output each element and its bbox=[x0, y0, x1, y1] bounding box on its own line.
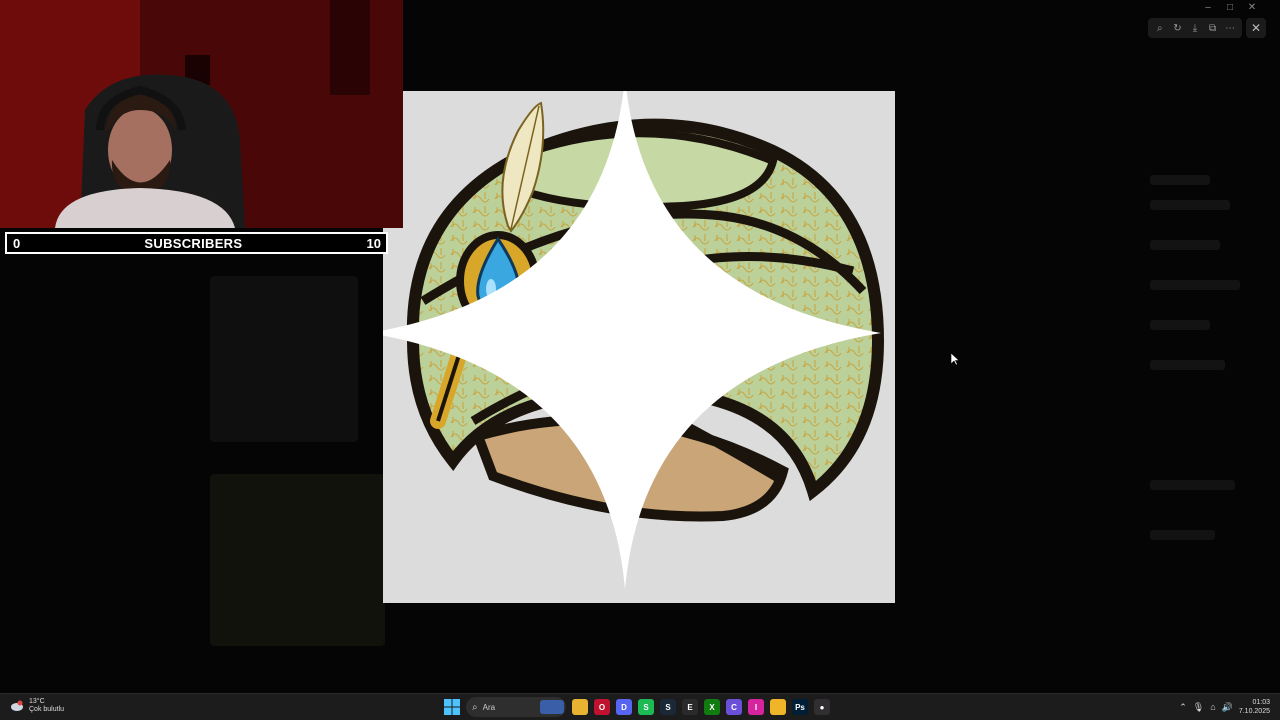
epic-icon[interactable]: E bbox=[682, 699, 698, 715]
xbox-icon[interactable]: X bbox=[704, 699, 720, 715]
obs-icon[interactable]: ● bbox=[814, 699, 830, 715]
background-image-thumbnail bbox=[210, 474, 385, 646]
download-icon[interactable]: ⤓ bbox=[1188, 23, 1202, 34]
window-controls: – □ ✕ bbox=[1202, 2, 1258, 14]
subscriber-count: 0 bbox=[13, 235, 21, 251]
image-viewer-toolbar: ⌕ ↻ ⤓ ⧉ ⋯ bbox=[1148, 18, 1242, 38]
folder-icon[interactable] bbox=[770, 699, 786, 715]
webcam-overlay bbox=[0, 0, 403, 228]
background-image-thumbnail bbox=[210, 276, 358, 442]
turban-image[interactable] bbox=[383, 91, 895, 603]
more-icon[interactable]: ⋯ bbox=[1223, 23, 1237, 34]
microphone-icon[interactable]: 🎙 bbox=[1193, 702, 1204, 713]
channel-list bbox=[0, 255, 185, 685]
webcam-feed bbox=[0, 0, 403, 228]
search-placeholder: Ara bbox=[482, 702, 496, 712]
network-icon[interactable]: ⌂ bbox=[1210, 702, 1215, 712]
volume-icon[interactable]: 🔊 bbox=[1222, 702, 1233, 713]
close-icon[interactable]: ✕ bbox=[1246, 2, 1258, 14]
sparkle-icon bbox=[383, 91, 881, 589]
instagram-icon[interactable]: I bbox=[748, 699, 764, 715]
rotate-icon[interactable]: ↻ bbox=[1170, 23, 1184, 34]
search-icon: ⌕ bbox=[472, 701, 478, 713]
subscriber-goal-bar: 0 SUBSCRIBERS 10 bbox=[5, 232, 388, 254]
spotify-icon[interactable]: S bbox=[638, 699, 654, 715]
zoom-icon[interactable]: ⌕ bbox=[1153, 23, 1167, 34]
taskbar-search[interactable]: ⌕ Ara bbox=[466, 697, 566, 717]
system-tray: ⌃ 🎙 ⌂ 🔊 01:03 7.10.2025 bbox=[1179, 698, 1270, 716]
subscriber-goal: 10 bbox=[366, 235, 381, 251]
pinned-apps: O D S S E X C I Ps ● bbox=[572, 699, 830, 715]
photoshop-icon[interactable]: Ps bbox=[792, 699, 808, 715]
search-highlight-icon bbox=[540, 700, 564, 714]
subscriber-label: SUBSCRIBERS bbox=[144, 235, 243, 251]
maximize-icon[interactable]: □ bbox=[1224, 2, 1236, 14]
weather-widget[interactable]: 13°C Çok bulutlu bbox=[10, 698, 64, 714]
clock-time: 01:03 bbox=[1252, 699, 1270, 706]
file-explorer-icon[interactable] bbox=[572, 699, 588, 715]
discord-icon[interactable]: D bbox=[616, 699, 632, 715]
windows-start-icon[interactable] bbox=[444, 699, 460, 715]
channel-item[interactable] bbox=[34, 325, 174, 339]
mouse-cursor-icon bbox=[951, 353, 959, 366]
open-external-icon[interactable]: ⧉ bbox=[1206, 23, 1220, 34]
chevron-up-icon[interactable]: ⌃ bbox=[1179, 702, 1187, 713]
copilot-icon[interactable]: C bbox=[726, 699, 742, 715]
weather-temp: 13°C bbox=[29, 698, 45, 705]
taskbar: 13°C Çok bulutlu ⌕ Ara O D S S E X C I Ps ● ⌃ 🎙 ⌂… bbox=[0, 693, 1280, 720]
opera-icon[interactable]: O bbox=[594, 699, 610, 715]
channel-item[interactable] bbox=[34, 343, 174, 357]
taskbar-apps: ⌕ Ara O D S S E X C I Ps ● bbox=[444, 697, 830, 717]
steam-icon[interactable]: S bbox=[660, 699, 676, 715]
minimize-icon[interactable]: – bbox=[1202, 2, 1214, 14]
viewer-close-button[interactable]: ✕ bbox=[1246, 18, 1266, 38]
cloud-icon bbox=[11, 700, 23, 711]
weather-desc: Çok bulutlu bbox=[29, 706, 65, 713]
member-list bbox=[1120, 60, 1270, 690]
clock[interactable]: 01:03 7.10.2025 bbox=[1239, 698, 1270, 716]
clock-date: 7.10.2025 bbox=[1238, 708, 1270, 715]
